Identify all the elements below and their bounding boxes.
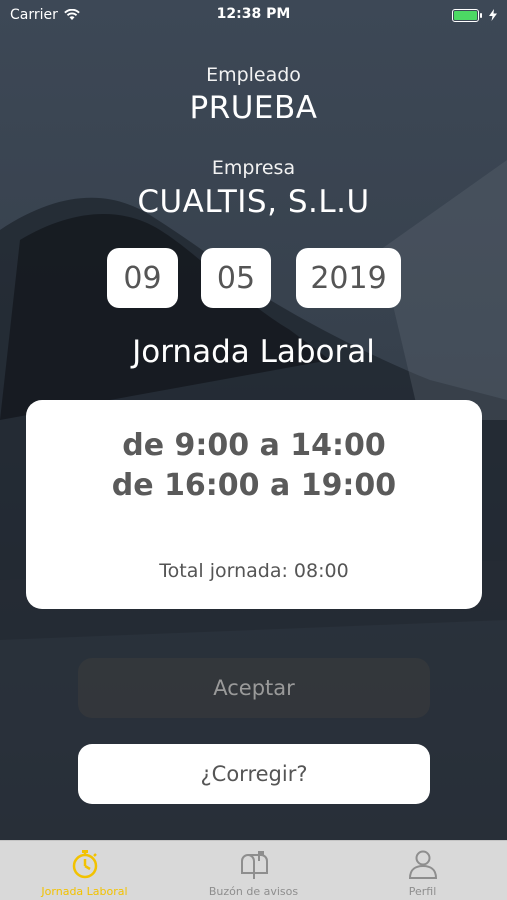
schedule-card: de 9:00 a 14:00 de 16:00 a 19:00 Total j…	[26, 400, 482, 609]
user-icon	[408, 850, 437, 879]
date-year-box: 2019	[296, 248, 401, 308]
status-time: 12:38 PM	[216, 6, 291, 22]
tab-buzon-de-avisos[interactable]: Buzón de avisos	[169, 841, 338, 900]
tab-jornada-laboral[interactable]: Jornada Laboral	[0, 841, 169, 900]
stopwatch-icon	[72, 850, 97, 879]
tab-perfil[interactable]: Perfil	[338, 841, 507, 900]
status-bar: Carrier 12:38 PM	[0, 0, 507, 30]
section-title: Jornada Laboral	[132, 334, 375, 370]
company-label: Empresa	[211, 157, 296, 179]
battery-icon	[452, 8, 482, 22]
accept-button[interactable]: Aceptar	[78, 658, 430, 718]
total-hours: Total jornada: 08:00	[159, 560, 349, 582]
tab-bar: Jornada Laboral Buzón de avisos Perfil	[0, 840, 507, 900]
tab-label: Perfil	[408, 885, 437, 898]
schedule-line-1: de 9:00 a 14:00	[122, 428, 386, 463]
employee-name: PRUEBA	[189, 90, 318, 126]
mailbox-icon	[240, 851, 268, 879]
tab-label: Jornada Laboral	[41, 885, 128, 898]
date-month-box: 05	[201, 248, 271, 308]
company-name: CUALTIS, S.L.U	[137, 184, 370, 220]
correct-button[interactable]: ¿Corregir?	[78, 744, 430, 804]
employee-label: Empleado	[206, 64, 301, 86]
date-day-box: 09	[107, 248, 178, 308]
tab-label: Buzón de avisos	[208, 885, 299, 898]
schedule-line-2: de 16:00 a 19:00	[111, 468, 397, 503]
